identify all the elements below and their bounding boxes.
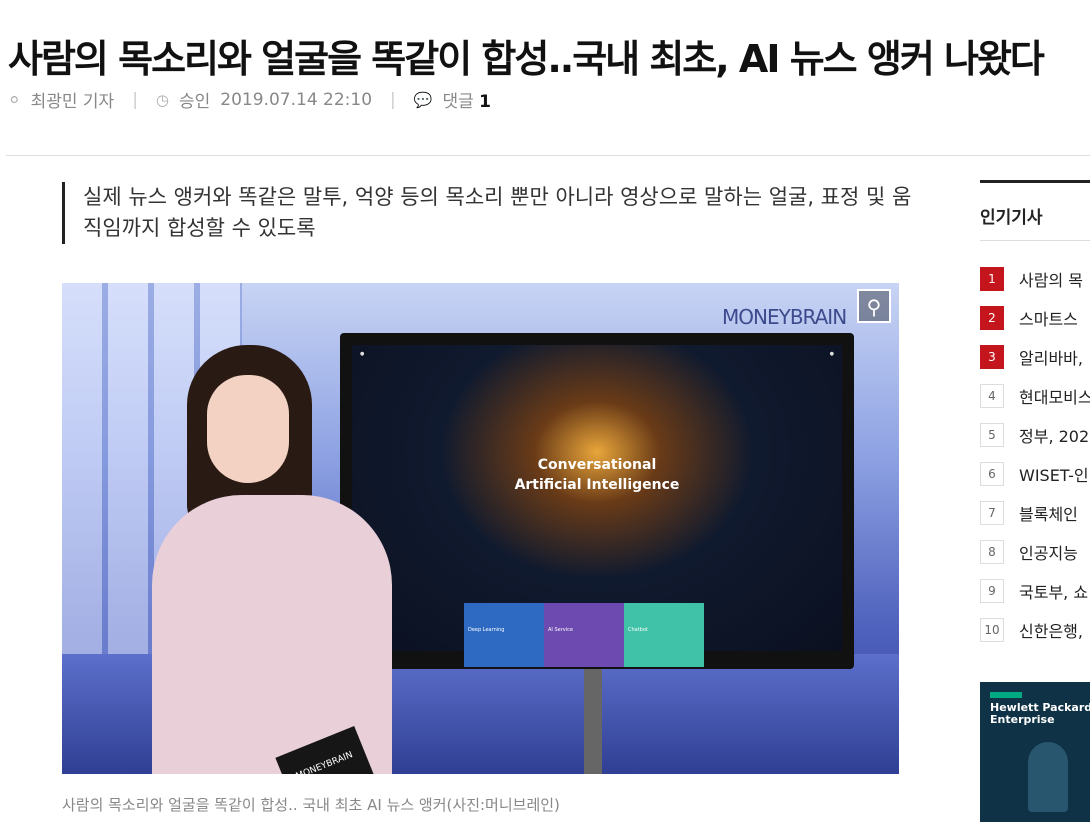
popular-item[interactable]: 1 사람의 목 — [980, 259, 1090, 298]
anchor-face — [207, 375, 289, 483]
comments-count: 1 — [479, 92, 491, 112]
article-subheadline: 실제 뉴스 앵커와 똑같은 말투, 억양 등의 목소리 뿐만 아니라 영상으로 … — [62, 182, 923, 244]
divider: | — [390, 89, 396, 110]
monitor-stand — [584, 669, 602, 774]
rank-badge: 8 — [980, 539, 1004, 564]
popular-item[interactable]: 10 신한은행, — [980, 610, 1090, 649]
rank-badge: 4 — [980, 383, 1004, 408]
screen-nav: ● ● — [360, 351, 834, 357]
popular-item-label: 알리바바, — [1019, 348, 1083, 368]
popular-item-label: 사람의 목 — [1019, 270, 1083, 290]
screen-title-line2: Artificial Intelligence — [514, 477, 680, 493]
comment-icon: 💬 — [413, 90, 433, 109]
popular-item-label: 스마트스 — [1019, 309, 1078, 329]
rank-badge: 7 — [980, 500, 1004, 525]
article-headline: 사람의 목소리와 얼굴을 똑같이 합성..국내 최초, AI 뉴스 앵커 나왔다 — [8, 37, 1045, 82]
rank-badge: 9 — [980, 578, 1004, 603]
popular-item-label: 신한은행, — [1019, 621, 1083, 641]
popular-item[interactable]: 2 스마트스 — [980, 298, 1090, 337]
popular-item[interactable]: 9 국토부, 쇼 — [980, 571, 1090, 610]
monitor-screen: ● ● Conversational Artificial Intelligenc… — [352, 345, 842, 667]
popular-item-label: 인공지능 — [1019, 543, 1078, 563]
ai-anchor-figure: MONEYBRAIN — [152, 345, 402, 774]
popular-item[interactable]: 3 알리바바, — [980, 337, 1090, 376]
hpe-logo-bar — [990, 692, 1022, 698]
popular-item-label: 정부, 2022 — [1019, 426, 1090, 446]
rank-badge: 1 — [980, 266, 1004, 291]
approved-label: 승인 — [179, 92, 211, 112]
clock-icon: ◷ — [155, 90, 170, 109]
tv-monitor: ● ● Conversational Artificial Intelligenc… — [340, 333, 854, 669]
photo-caption: 사람의 목소리와 얼굴을 똑같이 합성.. 국내 최초 AI 뉴스 앵커(사진:… — [62, 796, 560, 814]
screen-title-line1: Conversational — [537, 457, 657, 473]
popular-item[interactable]: 7 블록체인 — [980, 493, 1090, 532]
rank-badge: 6 — [980, 461, 1004, 486]
popular-articles: 인기기사 1 사람의 목 2 스마트스 3 알리바바, 4 현대모비스 5 정부, 202… — [980, 180, 1090, 649]
hpe-brand: Hewlett Packard Enterprise — [990, 702, 1090, 726]
screen-title: Conversational Artificial Intelligence — [352, 455, 842, 495]
comments-label: 댓글 — [442, 92, 474, 112]
article-photo[interactable]: MONEYBRAIN ● ● Conversational Artificial … — [62, 283, 899, 774]
card-chatbot: Chatbot — [624, 603, 704, 667]
popular-item-label: 현대모비스 — [1019, 387, 1090, 407]
popular-title: 인기기사 — [980, 208, 1043, 228]
popular-list: 1 사람의 목 2 스마트스 3 알리바바, 4 현대모비스 5 정부, 2022 6 WI… — [980, 259, 1090, 649]
popular-item-label: 국토부, 쇼 — [1019, 582, 1089, 602]
rank-badge: 3 — [980, 344, 1004, 369]
section-top-bar — [980, 180, 1090, 183]
popular-item[interactable]: 8 인공지능 — [980, 532, 1090, 571]
meta-divider — [6, 155, 1090, 156]
ad-figure — [1028, 742, 1068, 812]
approved-datetime: 2019.07.14 22:10 — [220, 89, 373, 110]
popular-item-label: 블록체인 — [1019, 504, 1078, 524]
popular-item[interactable]: 6 WISET-인 — [980, 454, 1090, 493]
card-deep-learning: Deep Learning — [464, 603, 544, 667]
zoom-icon[interactable]: ⚲ — [857, 289, 891, 323]
popular-item-label: WISET-인 — [1019, 465, 1089, 485]
hpe-ad-banner[interactable]: Hewlett Packard Enterprise — [980, 682, 1090, 822]
author-name[interactable]: 최광민 기자 — [31, 87, 115, 112]
rank-badge: 5 — [980, 422, 1004, 447]
comments-link[interactable]: 댓글 1 — [442, 87, 491, 112]
user-icon: ⚪ — [8, 90, 21, 109]
screen-cards: Deep Learning AI Service Chatbot — [464, 603, 704, 667]
popular-item[interactable]: 5 정부, 2022 — [980, 415, 1090, 454]
rank-badge: 2 — [980, 305, 1004, 330]
card-ai-service: AI Service — [544, 603, 624, 667]
divider: | — [132, 89, 138, 110]
moneybrain-logo: MONEYBRAIN — [722, 305, 847, 329]
rank-badge: 10 — [980, 617, 1004, 642]
section-divider — [980, 240, 1090, 241]
hpe-brand-line2: Enterprise — [990, 713, 1055, 726]
popular-item[interactable]: 4 현대모비스 — [980, 376, 1090, 415]
article-meta: ⚪ 최광민 기자 | ◷ 승인 2019.07.14 22:10 | 💬 댓글 … — [8, 87, 491, 113]
